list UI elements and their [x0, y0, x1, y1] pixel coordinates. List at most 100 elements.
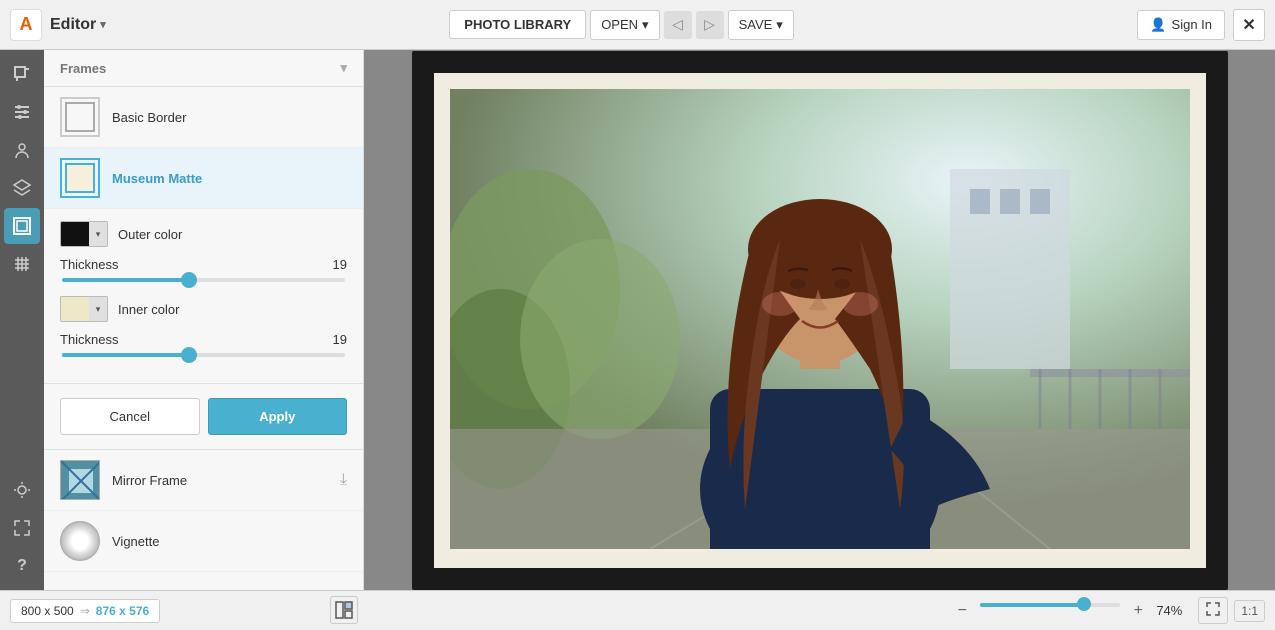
zoom-out-button[interactable]: −: [950, 599, 974, 623]
save-chevron-icon: ▾: [776, 17, 783, 33]
frame-icon[interactable]: [4, 208, 40, 244]
mirror-frame-item[interactable]: Mirror Frame ⤓: [44, 450, 363, 511]
inner-thickness-track: [62, 353, 345, 357]
fit-icon: [1205, 601, 1221, 617]
photo-library-button[interactable]: PHOTO LIBRARY: [449, 10, 586, 39]
user-icon: 👤: [1150, 17, 1166, 33]
frames-chevron-icon: ▾: [340, 60, 347, 76]
basic-border-item[interactable]: Basic Border: [44, 87, 363, 148]
frames-section-header: Frames ▾: [44, 50, 363, 87]
canvas-frame: [412, 51, 1228, 590]
layers-icon[interactable]: [4, 170, 40, 206]
icon-rail: ?: [0, 50, 44, 590]
bottom-bar: 800 x 500 ⇒ 876 x 576 − + 74% 1:1: [0, 590, 1275, 630]
editor-title[interactable]: Editor ▾: [50, 16, 106, 34]
inner-thickness-thumb[interactable]: [181, 347, 197, 363]
basic-border-icon: [60, 97, 100, 137]
texture-icon[interactable]: [4, 246, 40, 282]
close-button[interactable]: ✕: [1233, 9, 1265, 41]
dim-new: 876 x 576: [96, 604, 149, 618]
zoom-in-button[interactable]: +: [1126, 599, 1150, 623]
topbar-center: PHOTO LIBRARY OPEN ▾ ◁ ▷ SAVE ▾: [449, 10, 794, 40]
layout-icon: [334, 600, 354, 620]
light-icon[interactable]: [4, 472, 40, 508]
mirror-frame-icon: [60, 460, 100, 500]
photo-frame-outer: [412, 51, 1228, 590]
save-label: SAVE: [739, 17, 773, 32]
canvas-area: [364, 50, 1275, 590]
inner-thickness-label: Thickness: [60, 332, 119, 347]
outer-color-arrow-icon: ▾: [89, 222, 107, 246]
museum-matte-settings: ▾ Outer color Thickness 19 ▾: [44, 209, 363, 384]
fit-button[interactable]: [1198, 597, 1228, 624]
vignette-label: Vignette: [112, 534, 159, 549]
museum-matte-icon: [60, 158, 100, 198]
inner-color-label: Inner color: [118, 302, 179, 317]
crop-icon[interactable]: [4, 56, 40, 92]
dim-arrow-icon: ⇒: [80, 604, 90, 618]
outer-color-label: Outer color: [118, 227, 182, 242]
outer-color-row: ▾ Outer color: [60, 221, 347, 247]
topbar: A Editor ▾ PHOTO LIBRARY OPEN ▾ ◁ ▷ SAVE…: [0, 0, 1275, 50]
mirror-frame-export-icon: ⤓: [340, 471, 347, 489]
museum-matte-label: Museum Matte: [112, 171, 202, 186]
inner-thickness-value: 19: [333, 332, 347, 347]
museum-matte-inner-icon: [65, 163, 95, 193]
expand-icon[interactable]: [4, 510, 40, 546]
outer-thickness-track: [62, 278, 345, 282]
photo-frame-inner: [434, 73, 1206, 568]
outer-thickness-label: Thickness: [60, 257, 119, 272]
basic-border-inner-icon: [65, 102, 95, 132]
adjust-icon[interactable]: [4, 94, 40, 130]
inner-color-arrow-icon: ▾: [89, 297, 107, 321]
photo-image: [450, 89, 1190, 549]
left-panel: Frames ▾ Basic Border Museum Matte ▾: [44, 50, 364, 590]
basic-border-label: Basic Border: [112, 110, 186, 125]
signin-button[interactable]: 👤 Sign In: [1137, 10, 1225, 40]
outer-color-swatch: [61, 222, 89, 246]
outer-thickness-value: 19: [333, 257, 347, 272]
redo-button[interactable]: ▷: [696, 11, 724, 39]
cancel-button[interactable]: Cancel: [60, 398, 200, 435]
action-buttons: Cancel Apply: [44, 384, 363, 450]
dim-original: 800 x 500: [21, 604, 74, 618]
zoom-slider-thumb[interactable]: [1077, 597, 1091, 611]
vignette-item[interactable]: Vignette: [44, 511, 363, 572]
outer-thickness-fill: [62, 278, 189, 282]
zoom-percent-label: 74%: [1156, 603, 1192, 618]
zoom-controls: − + 74% 1:1: [950, 597, 1265, 624]
outer-thickness-row: Thickness 19: [60, 257, 347, 272]
undo-button[interactable]: ◁: [664, 11, 692, 39]
inner-thickness-row: Thickness 19: [60, 332, 347, 347]
outer-color-picker[interactable]: ▾: [60, 221, 108, 247]
editor-label: Editor: [50, 16, 96, 34]
portrait-icon[interactable]: [4, 132, 40, 168]
zoom-slider-fill: [980, 603, 1084, 607]
inner-thickness-slider-container: [60, 353, 347, 357]
outer-thickness-thumb[interactable]: [181, 272, 197, 288]
vignette-icon: [60, 521, 100, 561]
logo: A: [10, 9, 42, 41]
open-chevron-icon: ▾: [642, 17, 649, 33]
layout-button[interactable]: [330, 596, 358, 624]
ratio-button[interactable]: 1:1: [1234, 600, 1265, 622]
frames-label: Frames: [60, 61, 106, 76]
save-button[interactable]: SAVE ▾: [728, 10, 794, 40]
main-area: ? Frames ▾ Basic Border Museum Matte: [0, 50, 1275, 590]
open-button[interactable]: OPEN ▾: [590, 10, 659, 40]
zoom-slider-container: [980, 603, 1120, 619]
apply-button[interactable]: Apply: [208, 398, 348, 435]
outer-thickness-slider-container: [60, 278, 347, 282]
inner-thickness-fill: [62, 353, 189, 357]
editor-chevron-icon: ▾: [100, 18, 106, 31]
inner-color-picker[interactable]: ▾: [60, 296, 108, 322]
topbar-right: 👤 Sign In ✕: [1137, 9, 1265, 41]
inner-color-swatch: [61, 297, 89, 321]
dimension-info: 800 x 500 ⇒ 876 x 576: [10, 599, 160, 623]
zoom-slider-track[interactable]: [980, 603, 1120, 607]
help-icon[interactable]: ?: [4, 548, 40, 584]
museum-matte-item[interactable]: Museum Matte: [44, 148, 363, 209]
signin-label: Sign In: [1172, 17, 1212, 32]
inner-color-row: ▾ Inner color: [60, 296, 347, 322]
open-label: OPEN: [601, 17, 638, 32]
